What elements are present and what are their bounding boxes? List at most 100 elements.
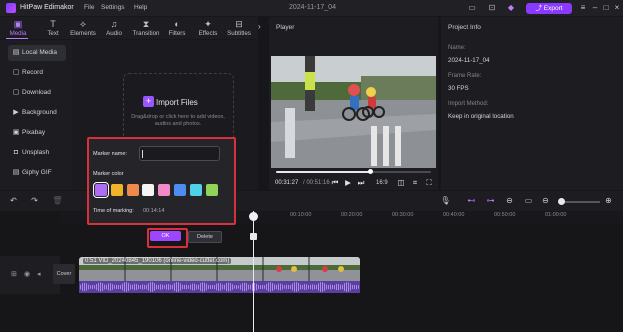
tab-filters[interactable]: ◐ Filters	[161, 17, 193, 39]
step-back-icon[interactable]: ⏮	[330, 178, 340, 188]
info-import-value: Keep in original location	[448, 113, 514, 120]
mute-icon[interactable]: ◂	[37, 270, 41, 278]
tab-label: Elements	[70, 30, 96, 37]
tick-label: 00:30:00	[392, 212, 414, 218]
audio-waveform	[79, 281, 360, 293]
visibility-icon[interactable]: ◉	[24, 270, 30, 278]
sidebar-item-record[interactable]: ▢ Record	[8, 65, 66, 81]
tab-media[interactable]: ▣ Media	[2, 17, 34, 39]
sidebar-item-giphy[interactable]: ▤ Giphy GIF	[8, 165, 66, 181]
menu-file[interactable]: File	[84, 4, 94, 11]
elements-icon: ⟡	[80, 19, 86, 29]
sidebar-item-local-media[interactable]: ▤ Local Media	[8, 45, 66, 61]
cart-icon[interactable]: ⊡	[487, 3, 497, 13]
sidebar-item-download[interactable]: ▢ Download	[8, 85, 66, 101]
play-icon[interactable]: ▶	[343, 178, 353, 187]
background-icon: ▶	[13, 109, 19, 116]
tab-label: Audio	[106, 30, 122, 37]
project-info-title: Project Info	[448, 24, 481, 31]
import-hint: Drag&drop or click here to add videos, a…	[131, 114, 225, 127]
fullscreen-icon[interactable]: ⛶	[424, 178, 434, 188]
waveform-graphic	[80, 282, 359, 292]
current-time: 00:31:27	[275, 180, 299, 186]
zoom-in-icon[interactable]: ⊕	[603, 195, 614, 206]
video-preview	[271, 56, 436, 168]
step-forward-icon[interactable]: ⏭	[356, 178, 366, 188]
effects-icon: ✦	[204, 19, 212, 29]
chevron-right-icon[interactable]: ›	[258, 22, 266, 31]
delete-icon[interactable]: 🗑	[52, 195, 63, 206]
info-name-value: 2024-11-17_04	[448, 57, 490, 64]
premium-icon[interactable]: ◆	[506, 3, 516, 13]
delete-button[interactable]: Delete	[188, 231, 222, 243]
tab-label: Text	[47, 30, 59, 37]
redo-icon[interactable]: ↷	[29, 195, 40, 206]
color-swatch[interactable]	[126, 184, 139, 196]
export-label: Export	[543, 5, 563, 12]
playhead-handle[interactable]	[249, 212, 258, 221]
aspect-ratio-select[interactable]: 16:9	[376, 180, 388, 186]
sidebar-item-unsplash[interactable]: ◘ Unsplash	[8, 145, 66, 161]
close-icon[interactable]: ×	[611, 2, 623, 14]
marker-name-input[interactable]	[139, 146, 220, 161]
text-caret	[142, 150, 143, 158]
tick-label: 00:40:00	[443, 212, 465, 218]
menu-settings[interactable]: Settings	[101, 4, 125, 11]
snap-icon[interactable]: ⊷	[466, 195, 477, 206]
zoom-slider-knob[interactable]	[557, 198, 565, 205]
undo-icon[interactable]: ↶	[8, 195, 19, 206]
sidebar-item-label: Background	[22, 109, 57, 116]
unsplash-icon: ◘	[13, 149, 19, 156]
marker-color-label: Marker color	[93, 171, 124, 177]
tick-label: 00:20:00	[341, 212, 363, 218]
color-swatch[interactable]	[174, 184, 186, 196]
tab-text[interactable]: T Text	[37, 17, 69, 39]
color-swatch[interactable]	[158, 184, 171, 196]
app-logo	[6, 3, 16, 13]
color-swatch[interactable]	[205, 184, 218, 196]
zoom-out-icon[interactable]: ⊖	[540, 195, 551, 206]
menu-help[interactable]: Help	[134, 4, 147, 11]
active-tab-indicator	[6, 38, 28, 39]
folder-icon: ▤	[12, 49, 20, 56]
player-title: Player	[276, 24, 295, 31]
download-icon: ▢	[12, 89, 20, 96]
snapshot-icon[interactable]: ◫	[396, 178, 406, 187]
sidebar-item-pixabay[interactable]: ▣ Pixabay	[8, 125, 66, 141]
tab-subtitles[interactable]: ⊟ Subtitles	[223, 17, 255, 39]
chat-icon[interactable]: ▭	[467, 3, 477, 13]
tab-elements[interactable]: ⟡ Elements	[67, 17, 99, 39]
ok-button[interactable]: OK	[150, 231, 181, 241]
tab-effects[interactable]: ✦ Effects	[192, 17, 224, 39]
track-link-icon[interactable]: ⊶	[485, 195, 496, 206]
import-files-label[interactable]: Import Files	[156, 98, 198, 107]
tab-transition[interactable]: ⧗ Transition	[130, 17, 162, 39]
cover-button[interactable]: Cover	[53, 264, 75, 284]
tab-audio[interactable]: ♫ Audio	[98, 17, 130, 39]
more-icon[interactable]: ≡	[577, 2, 589, 14]
video-frame-image	[271, 56, 436, 168]
sidebar-item-label: Unsplash	[22, 149, 50, 156]
color-swatch[interactable]	[189, 184, 202, 196]
lock-icon[interactable]: ⊞	[11, 270, 17, 278]
microphone-icon[interactable]: 🎙	[440, 195, 451, 206]
preview-icon[interactable]: ▭	[523, 195, 534, 206]
playhead-line[interactable]	[253, 211, 254, 332]
plus-icon[interactable]: +	[143, 96, 154, 107]
sidebar-item-label: Local Media	[22, 49, 58, 56]
tab-label: Transition	[132, 30, 160, 37]
color-swatch[interactable]	[142, 184, 155, 196]
total-time: / 00:51:16	[303, 180, 330, 186]
color-swatch[interactable]	[110, 184, 123, 196]
color-swatch[interactable]	[93, 182, 109, 198]
zoom-slider-track[interactable]	[560, 201, 600, 203]
link-icon[interactable]: ⊖	[504, 195, 515, 206]
sidebar-item-label: Record	[22, 69, 43, 76]
info-import-label: Import Method:	[448, 101, 489, 107]
sidebar-item-background[interactable]: ▶ Background	[8, 105, 66, 121]
export-button[interactable]: ⤴ Export	[526, 3, 572, 14]
crop-icon[interactable]: ⌗	[410, 178, 420, 188]
giphy-icon: ▤	[12, 169, 20, 176]
tab-label: Subtitles	[227, 30, 251, 37]
marker-icon[interactable]	[250, 233, 257, 240]
